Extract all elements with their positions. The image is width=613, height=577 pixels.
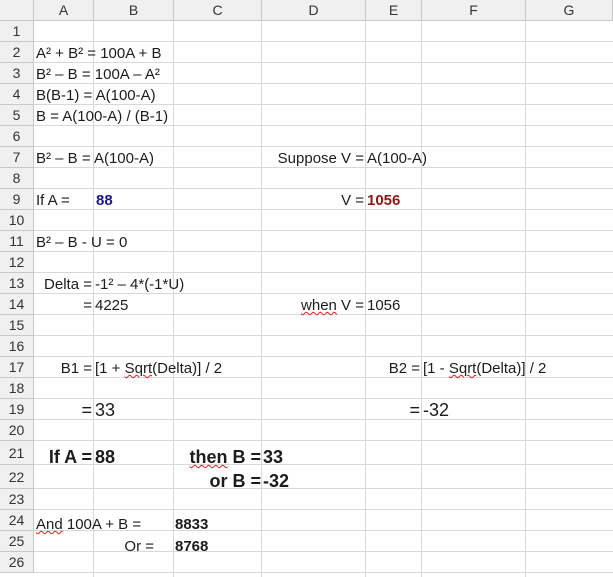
row-header-10[interactable]: 10 <box>0 210 34 231</box>
cell-e7[interactable]: A(100-A) <box>367 148 427 169</box>
cell-a3[interactable]: B² – B = 100A – A² <box>36 64 160 85</box>
select-all-corner[interactable] <box>0 0 34 21</box>
cell-a4[interactable]: B(B-1) = A(100-A) <box>36 85 156 106</box>
cell-b13[interactable]: -1² – 4*(-1*U) <box>95 274 184 295</box>
row-header-2[interactable]: 2 <box>0 42 34 63</box>
gridline <box>34 356 613 357</box>
column-header-e[interactable]: E <box>366 0 422 21</box>
row-header-8[interactable]: 8 <box>0 168 34 189</box>
cell-c21[interactable]: then B = <box>175 447 261 468</box>
cell-e9[interactable]: 1056 <box>367 190 400 211</box>
row-header-4[interactable]: 4 <box>0 84 34 105</box>
cell-c25[interactable]: 8768 <box>175 536 208 557</box>
row-header-1[interactable]: 1 <box>0 21 34 42</box>
cell-d14[interactable]: when V = <box>268 295 364 316</box>
row-header-9[interactable]: 9 <box>0 189 34 210</box>
gridline <box>34 440 613 441</box>
row-header-15[interactable]: 15 <box>0 315 34 336</box>
spellcheck-word: Sqrt <box>124 360 153 377</box>
row-header-17[interactable]: 17 <box>0 357 34 378</box>
gridline <box>34 509 613 510</box>
cell-a7[interactable]: B² – B = A(100-A) <box>36 148 154 169</box>
cell-a24[interactable]: And 100A + B = <box>36 514 141 535</box>
row-header-26[interactable]: 26 <box>0 552 34 573</box>
gridline <box>34 146 613 147</box>
cell-b14[interactable]: 4225 <box>95 295 128 316</box>
cell-b17[interactable]: [1 + Sqrt(Delta)] / 2 <box>95 358 222 379</box>
row-header-23[interactable]: 23 <box>0 489 34 510</box>
row-header-11[interactable]: 11 <box>0 231 34 252</box>
row-header-13[interactable]: 13 <box>0 273 34 294</box>
gridline <box>34 230 613 231</box>
cell-d9[interactable]: V = <box>268 190 364 211</box>
gridline <box>34 572 613 573</box>
cell-a2[interactable]: A² + B² = 100A + B <box>36 43 162 64</box>
cell-d22[interactable]: -32 <box>263 471 289 492</box>
column-header-f[interactable]: F <box>422 0 526 21</box>
column-header-a[interactable]: A <box>34 0 94 21</box>
cell-f19[interactable]: -32 <box>423 400 449 421</box>
cell-text: 100A + B = <box>62 516 142 533</box>
row-header-18[interactable]: 18 <box>0 378 34 399</box>
cell-a14[interactable]: = <box>36 295 92 316</box>
cell-f17[interactable]: [1 - Sqrt(Delta)] / 2 <box>423 358 546 379</box>
row-header-6[interactable]: 6 <box>0 126 34 147</box>
row-header-19[interactable]: 19 <box>0 399 34 420</box>
column-header-d[interactable]: D <box>262 0 366 21</box>
gridline <box>34 41 613 42</box>
gridline <box>34 335 613 336</box>
cell-a17[interactable]: B1 = <box>36 358 92 379</box>
cell-b25[interactable]: Or = <box>94 536 154 557</box>
gridline <box>34 464 613 465</box>
cell-text: [1 + <box>95 360 125 377</box>
cell-e19[interactable]: = <box>368 400 420 421</box>
cell-text: B = <box>227 447 261 467</box>
gridline <box>34 488 613 489</box>
cell-text: (Delta)] / 2 <box>476 360 547 377</box>
spellcheck-word: then <box>189 447 228 467</box>
row-header-16[interactable]: 16 <box>0 336 34 357</box>
cell-a19[interactable]: = <box>36 400 92 421</box>
cell-d21[interactable]: 33 <box>263 447 283 468</box>
spellcheck-word: Sqrt <box>448 360 477 377</box>
cell-a5[interactable]: B = A(100-A) / (B-1) <box>36 106 168 127</box>
gridline <box>34 272 613 273</box>
spellcheck-word: when <box>301 297 337 314</box>
row-header-5[interactable]: 5 <box>0 105 34 126</box>
cell-d7[interactable]: Suppose V = <box>268 148 364 169</box>
cell-e14[interactable]: 1056 <box>367 295 400 316</box>
row-header-7[interactable]: 7 <box>0 147 34 168</box>
column-header-b[interactable]: B <box>94 0 174 21</box>
cell-c24[interactable]: 8833 <box>175 514 208 535</box>
cell-a21[interactable]: If A = <box>36 447 92 468</box>
gridline <box>34 398 613 399</box>
column-header-c[interactable]: C <box>174 0 262 21</box>
row-header-21[interactable]: 21 <box>0 441 34 465</box>
row-header-24[interactable]: 24 <box>0 510 34 531</box>
column-header-g[interactable]: G <box>526 0 613 21</box>
row-header-3[interactable]: 3 <box>0 63 34 84</box>
gridline <box>34 419 613 420</box>
cell-a13[interactable]: Delta = <box>36 274 92 295</box>
row-header-20[interactable]: 20 <box>0 420 34 441</box>
row-header-14[interactable]: 14 <box>0 294 34 315</box>
spreadsheet-grid[interactable]: A B C D E F G 1 2 3 4 5 6 7 8 9 10 11 12 13 14 15 16 17 1… <box>0 0 613 577</box>
cell-b19[interactable]: 33 <box>95 400 115 421</box>
cell-c22[interactable]: or B = <box>175 471 261 492</box>
cell-a11[interactable]: B² – B - U = 0 <box>36 232 127 253</box>
cell-a9[interactable]: If A = <box>36 190 70 211</box>
row-header-25[interactable]: 25 <box>0 531 34 552</box>
cell-text: (Delta)] / 2 <box>152 360 223 377</box>
gridline <box>34 188 613 189</box>
cell-text: V = <box>336 297 364 314</box>
row-header-22[interactable]: 22 <box>0 465 34 489</box>
cell-b9[interactable]: 88 <box>96 190 113 211</box>
cell-e17[interactable]: B2 = <box>368 358 420 379</box>
row-header-12[interactable]: 12 <box>0 252 34 273</box>
cell-b21[interactable]: 88 <box>95 447 115 468</box>
spellcheck-word: And <box>36 516 63 533</box>
cell-text: [1 - <box>423 360 449 377</box>
